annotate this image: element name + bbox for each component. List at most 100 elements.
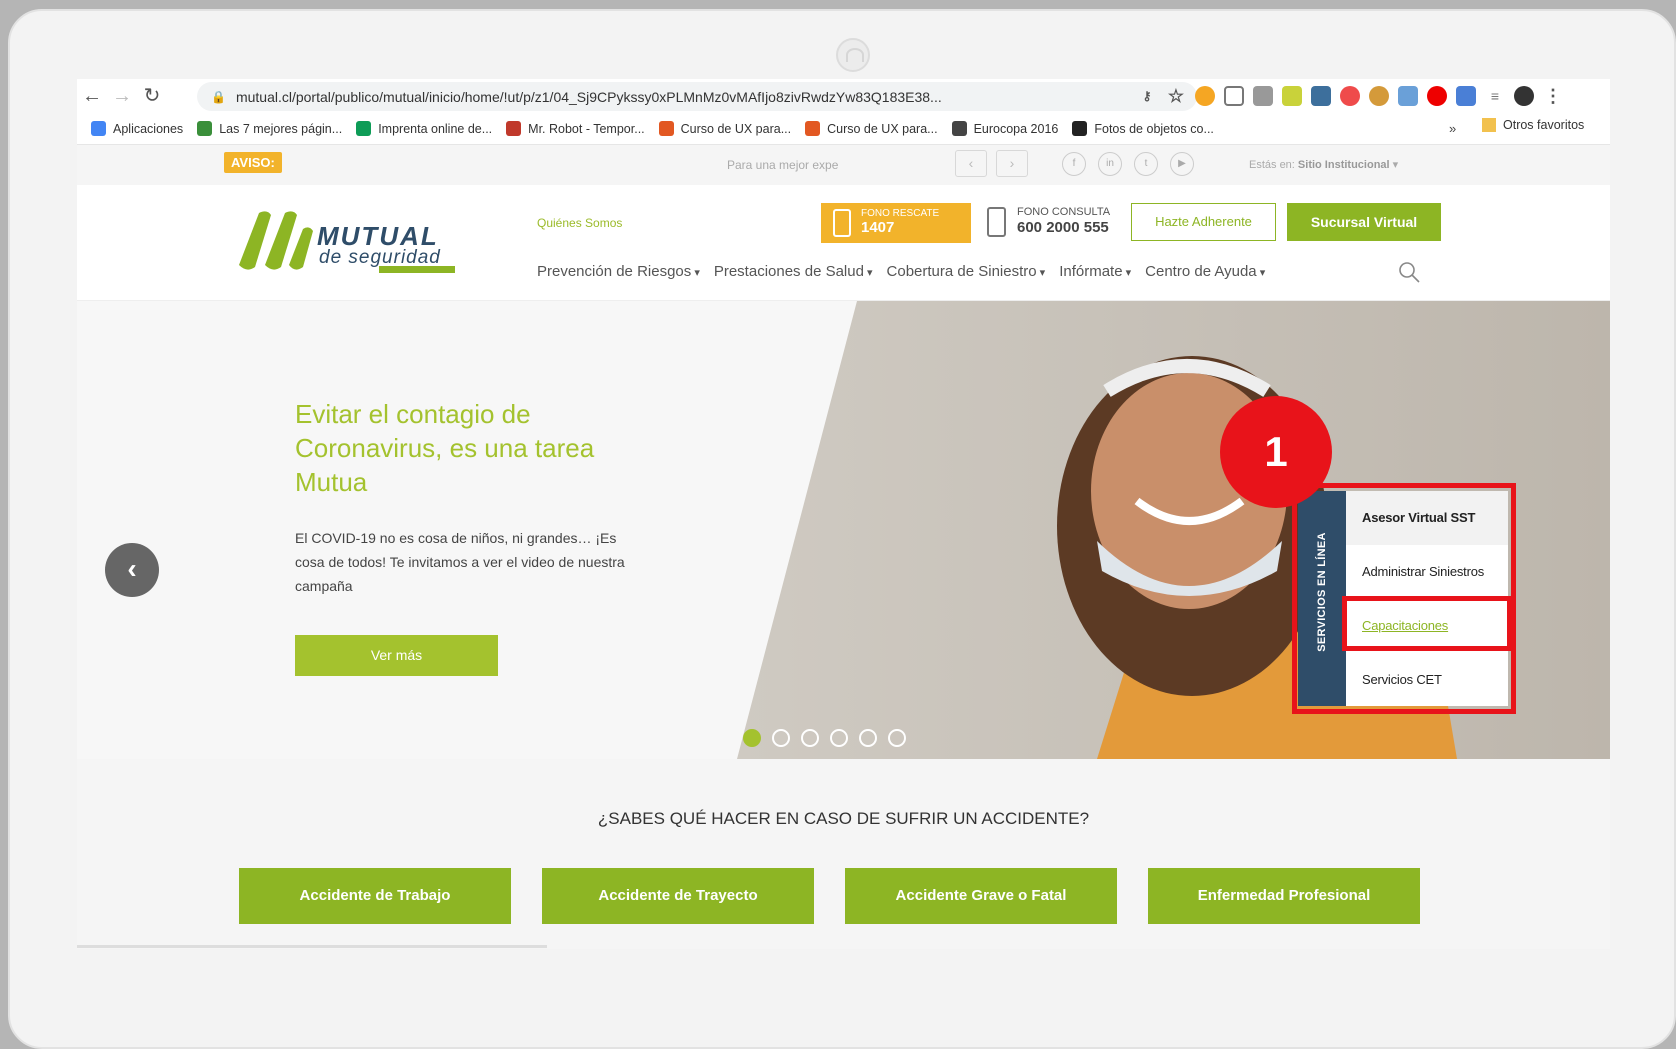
extension-avatar-icon[interactable] <box>1369 86 1389 106</box>
other-bookmarks-label: Otros favoritos <box>1503 118 1585 132</box>
aviso-prev-icon[interactable]: ‹ <box>955 150 987 177</box>
facebook-icon[interactable]: f <box>1062 152 1086 176</box>
quienes-somos-link[interactable]: Quiénes Somos <box>537 216 622 230</box>
fono-consulta-number: 600 2000 555 <box>1017 219 1109 236</box>
menu-dots-icon[interactable]: ⋮ <box>1543 86 1563 106</box>
nav-prestaciones[interactable]: Prestaciones de Salud <box>714 263 873 280</box>
carousel-dot[interactable] <box>743 729 761 747</box>
linkedin-icon[interactable]: in <box>1098 152 1122 176</box>
twitter-icon[interactable]: t <box>1134 152 1158 176</box>
nav-centro-ayuda[interactable]: Centro de Ayuda <box>1145 263 1265 280</box>
profile-avatar-icon[interactable] <box>1514 86 1534 106</box>
carousel-dot[interactable] <box>888 729 906 747</box>
carousel-dot[interactable] <box>830 729 848 747</box>
search-icon[interactable] <box>1397 260 1421 284</box>
step-number-badge: 1 <box>1220 396 1332 508</box>
extension-camera-icon[interactable] <box>1224 86 1244 106</box>
hero-text: El COVID-19 no es cosa de niños, ni gran… <box>295 530 625 594</box>
bookmark-favicon-icon <box>1072 121 1088 136</box>
bookmark-label: Curso de UX para... <box>680 121 792 136</box>
youtube-icon[interactable]: ▶ <box>1170 152 1194 176</box>
extension-window-icon[interactable] <box>1311 86 1331 106</box>
bookmark-label: Imprenta online de... <box>378 121 493 136</box>
bookmark-favicon-icon <box>197 121 213 136</box>
other-bookmarks-folder[interactable]: Otros favoritos <box>1482 118 1584 132</box>
reload-icon[interactable]: ↻ <box>137 79 167 113</box>
star-icon[interactable]: ☆ <box>1166 86 1186 106</box>
bookmark-item[interactable]: Las 7 mejores págin... <box>197 121 342 136</box>
ver-mas-button[interactable]: Ver más <box>295 635 498 676</box>
aviso-message: Para una mejor expe <box>727 158 839 172</box>
notice-bar: AVISO: Para una mejor expe ‹ › f in t ▶ … <box>77 145 1610 185</box>
location-value: Sitio Institucional <box>1297 159 1390 171</box>
scroll-indicator <box>77 945 547 948</box>
mutual-logo[interactable]: MUTUAL de seguridad <box>227 205 467 275</box>
enfermedad-profesional-button[interactable]: Enfermedad Profesional <box>1148 868 1420 924</box>
aviso-next-icon[interactable]: › <box>996 150 1028 177</box>
aviso-badge: AVISO: <box>224 152 282 173</box>
fono-rescate[interactable]: FONO RESCATE 1407 <box>821 203 971 243</box>
bookmark-label: Las 7 mejores págin... <box>219 121 343 136</box>
key-icon[interactable]: ⚷ <box>1137 86 1157 106</box>
bookmark-item[interactable]: Mr. Robot - Tempor... <box>506 121 645 136</box>
nav-prevencion[interactable]: Prevención de Riesgos <box>537 263 700 280</box>
bookmarks-more-button[interactable]: » <box>1449 121 1456 136</box>
extension-orange-icon[interactable] <box>1195 86 1215 106</box>
accident-section: ¿SABES QUÉ HACER EN CASO DE SUFRIR UN AC… <box>77 759 1610 949</box>
bookmark-favicon-icon <box>91 121 106 136</box>
bookmark-item[interactable]: Eurocopa 2016 <box>951 121 1059 136</box>
bookmark-item[interactable]: Aplicaciones <box>91 121 183 136</box>
mobile-icon <box>987 207 1006 237</box>
fono-consulta[interactable]: FONO CONSULTA 600 2000 555 <box>987 205 1111 237</box>
phone-icon <box>833 209 851 237</box>
fono-rescate-number: 1407 <box>861 219 895 236</box>
highlight-box-capacitaciones <box>1342 596 1512 651</box>
extension-spiral-icon[interactable] <box>1340 86 1360 106</box>
bookmark-label: Curso de UX para... <box>827 121 938 136</box>
forward-icon[interactable]: → <box>107 79 137 113</box>
bookmark-item[interactable]: Fotos de objetos co... <box>1072 121 1214 136</box>
camera-icon <box>836 38 870 72</box>
bookmark-item[interactable]: Imprenta online de... <box>356 121 492 136</box>
carousel-dots <box>743 729 906 747</box>
extension-list-icon[interactable]: ≡ <box>1485 86 1505 106</box>
nav-informate[interactable]: Infórmate <box>1059 263 1131 280</box>
carousel-dot[interactable] <box>859 729 877 747</box>
accidente-grave-button[interactable]: Accidente Grave o Fatal <box>845 868 1117 924</box>
bookmark-item[interactable]: Curso de UX para... <box>805 121 938 136</box>
browser-toolbar: ← → ↻ 🔒 mutual.cl/portal/publico/mutual/… <box>77 79 1610 113</box>
bookmark-favicon-icon <box>356 121 372 136</box>
nav-cobertura[interactable]: Cobertura de Siniestro <box>887 263 1046 280</box>
carousel-dot[interactable] <box>772 729 790 747</box>
extension-blue-icon[interactable] <box>1398 86 1418 106</box>
extension-chat-icon[interactable] <box>1253 86 1273 106</box>
extension-crown-icon[interactable] <box>1282 86 1302 106</box>
hazte-adherente-button[interactable]: Hazte Adherente <box>1131 203 1276 241</box>
bookmarks-bar: Aplicaciones Las 7 mejores págin... Impren… <box>77 113 1610 145</box>
accidente-trayecto-button[interactable]: Accidente de Trayecto <box>542 868 814 924</box>
folder-icon <box>1482 118 1496 132</box>
bookmark-label: Eurocopa 2016 <box>973 121 1059 136</box>
lock-icon: 🔒 <box>211 89 226 104</box>
sucursal-virtual-button[interactable]: Sucursal Virtual <box>1287 203 1441 241</box>
bookmark-label: Fotos de objetos co... <box>1094 121 1214 136</box>
back-icon[interactable]: ← <box>77 79 107 113</box>
carousel-dot[interactable] <box>801 729 819 747</box>
extension-icons: ⚷ ☆ ≡ ⋮ <box>1137 79 1563 113</box>
bookmark-label: Aplicaciones <box>113 121 184 136</box>
location-prefix: Estás en: <box>1249 159 1295 171</box>
carousel-prev-icon[interactable]: ‹ <box>105 543 159 597</box>
svg-text:de seguridad: de seguridad <box>319 247 441 268</box>
accidente-trabajo-button[interactable]: Accidente de Trabajo <box>239 868 511 924</box>
extension-translate-icon[interactable] <box>1456 86 1476 106</box>
fono-consulta-label: FONO CONSULTA <box>1017 206 1111 218</box>
accident-title: ¿SABES QUÉ HACER EN CASO DE SUFRIR UN AC… <box>597 809 1090 828</box>
bookmark-favicon-icon <box>658 121 674 136</box>
url-text: mutual.cl/portal/publico/mutual/inicio/h… <box>235 88 942 105</box>
location-selector[interactable]: Estás en: Sitio Institucional ▾ <box>1249 158 1398 171</box>
bookmark-label: Mr. Robot - Tempor... <box>528 121 645 136</box>
bookmark-favicon-icon <box>805 121 821 136</box>
address-bar[interactable]: 🔒 mutual.cl/portal/publico/mutual/inicio… <box>197 82 1197 111</box>
bookmark-item[interactable]: Curso de UX para... <box>658 121 792 136</box>
extension-opera-icon[interactable] <box>1427 86 1447 106</box>
